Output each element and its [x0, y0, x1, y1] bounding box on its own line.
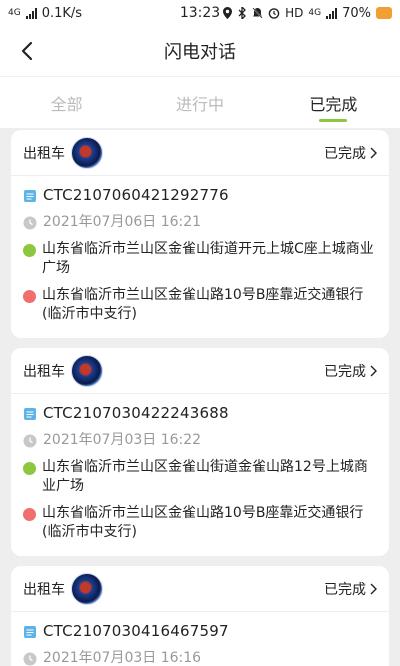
order-type: 出租车	[23, 145, 65, 162]
order-status-link[interactable]: 已完成	[324, 361, 377, 381]
tab-bar: 全部 进行中 已完成	[0, 76, 400, 128]
order-time-row: 2021年07月03日 16:22	[23, 431, 377, 450]
battery-icon	[376, 7, 392, 19]
order-status: 已完成	[324, 581, 366, 598]
document-icon	[24, 408, 36, 420]
end-dot-icon	[23, 290, 36, 303]
order-datetime: 2021年07月03日 16:22	[43, 432, 202, 448]
clock-icon	[23, 216, 37, 230]
order-type: 出租车	[23, 363, 65, 380]
mute-bell-icon	[252, 7, 263, 19]
order-card-header: 出租车 已完成	[11, 348, 389, 394]
network-speed: 0.1K/s	[41, 5, 83, 21]
order-datetime: 2021年07月03日 16:16	[43, 650, 202, 666]
document-icon	[24, 190, 36, 202]
status-bar: 4G 0.1K/s 13:23 HD 4G 70%	[0, 0, 400, 26]
dropoff-address: 山东省临沂市兰山区金雀山路10号B座靠近交通银行(临沂市中支行)	[42, 287, 364, 322]
chevron-left-icon	[21, 41, 33, 61]
order-time-row: 2021年07月06日 16:21	[23, 213, 377, 232]
order-datetime: 2021年07月06日 16:21	[43, 214, 202, 230]
order-number: CTC2107030416467597	[43, 622, 229, 640]
page-title: 闪电对话	[164, 42, 236, 63]
chevron-right-icon	[370, 365, 377, 376]
order-time-row: 2021年07月03日 16:16	[23, 649, 377, 666]
bluetooth-icon	[238, 7, 247, 19]
document-icon	[24, 626, 36, 638]
order-type: 出租车	[23, 581, 65, 598]
dropoff-row: 山东省临沂市兰山区金雀山路10号B座靠近交通银行(临沂市中支行)	[23, 504, 377, 542]
pickup-row: 山东省临沂市兰山区金雀山街道金雀山路12号上城商业广场	[23, 458, 377, 496]
order-card-header: 出租车 已完成	[11, 566, 389, 612]
chevron-right-icon	[370, 147, 377, 158]
order-card[interactable]: 出租车 已完成 CTC2107060421292776 2021年07月06日 …	[11, 130, 389, 338]
dropoff-row: 山东省临沂市兰山区金雀山路10号B座靠近交通银行(临沂市中支行)	[23, 286, 377, 324]
order-status-link[interactable]: 已完成	[324, 579, 377, 599]
avatar	[71, 354, 103, 387]
location-icon	[223, 7, 233, 19]
back-button[interactable]	[12, 36, 42, 66]
order-number: CTC2107030422243688	[43, 404, 229, 422]
avatar	[71, 572, 103, 605]
alarm-icon	[268, 8, 280, 19]
clock-icon	[23, 652, 37, 666]
battery-percent: 70%	[342, 5, 371, 21]
hd-indicator: HD	[285, 6, 304, 20]
start-dot-icon	[23, 244, 36, 257]
order-status-link[interactable]: 已完成	[324, 143, 377, 163]
tab-completed[interactable]: 已完成	[267, 77, 400, 128]
start-dot-icon	[23, 462, 36, 475]
avatar	[71, 136, 103, 169]
order-status: 已完成	[324, 145, 366, 162]
network-type-2: 4G	[308, 8, 322, 18]
tab-all[interactable]: 全部	[0, 77, 133, 128]
pickup-address: 山东省临沂市兰山区金雀山街道金雀山路12号上城商业广场	[42, 459, 368, 494]
order-card[interactable]: 出租车 已完成 CTC2107030422243688 2021年07月03日 …	[11, 348, 389, 556]
order-number: CTC2107060421292776	[43, 186, 229, 204]
signal-icon	[25, 7, 37, 19]
order-card-body: CTC2107030422243688 2021年07月03日 16:22 山东…	[11, 394, 389, 556]
order-status: 已完成	[324, 363, 366, 380]
order-number-row: CTC2107030422243688	[23, 404, 377, 423]
network-type: 4G	[8, 8, 21, 18]
order-card[interactable]: 出租车 已完成 CTC2107030416467597 2021年07月03日 …	[11, 566, 389, 666]
order-card-body: CTC2107030416467597 2021年07月03日 16:16	[11, 612, 389, 666]
nav-header: 闪电对话	[0, 26, 400, 76]
signal-icon-2	[326, 7, 338, 19]
order-number-row: CTC2107030416467597	[23, 622, 377, 641]
clock-icon	[23, 434, 37, 448]
order-card-body: CTC2107060421292776 2021年07月06日 16:21 山东…	[11, 176, 389, 338]
pickup-row: 山东省临沂市兰山区金雀山街道开元上城C座上城商业广场	[23, 240, 377, 278]
dropoff-address: 山东省临沂市兰山区金雀山路10号B座靠近交通银行(临沂市中支行)	[42, 505, 364, 540]
order-card-header: 出租车 已完成	[11, 130, 389, 176]
order-number-row: CTC2107060421292776	[23, 186, 377, 205]
tab-in-progress[interactable]: 进行中	[133, 77, 266, 128]
pickup-address: 山东省临沂市兰山区金雀山街道开元上城C座上城商业广场	[42, 241, 374, 276]
end-dot-icon	[23, 508, 36, 521]
order-list[interactable]: 出租车 已完成 CTC2107060421292776 2021年07月06日 …	[0, 130, 400, 666]
chevron-right-icon	[370, 583, 377, 594]
